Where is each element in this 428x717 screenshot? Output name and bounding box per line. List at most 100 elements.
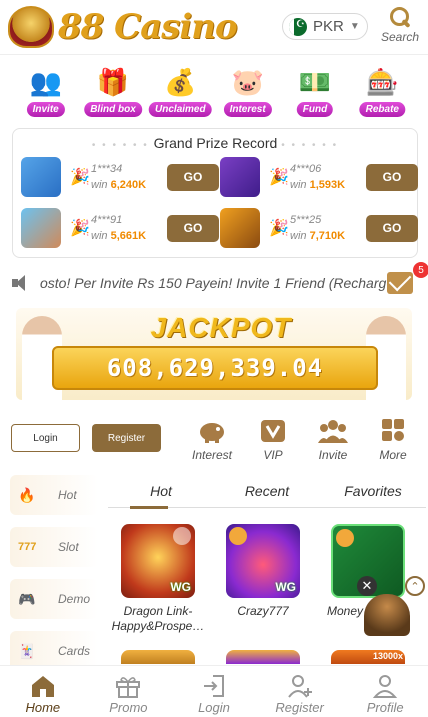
- shortcut-label: Invite: [318, 448, 348, 462]
- game-card[interactable]: [226, 650, 300, 664]
- chevron-down-icon: ▼: [349, 21, 360, 32]
- go-button[interactable]: GO: [167, 214, 219, 242]
- login-button[interactable]: Login: [11, 424, 80, 452]
- game-tabs: Hot Recent Favorites: [108, 478, 426, 509]
- scroll-top-icon[interactable]: ⌃: [405, 576, 425, 596]
- provider-badge: WG: [170, 580, 191, 594]
- close-icon[interactable]: ✕: [357, 576, 377, 596]
- quick-actions: 👥 Invite 🎁 Blind box 💰 Unclaimed 🐷 Inter…: [0, 62, 428, 120]
- jackpot-banner[interactable]: JACKPOT 608,629,339.04: [16, 308, 412, 400]
- shortcut-vip[interactable]: VIP: [248, 418, 298, 462]
- category-label: Slot: [58, 540, 79, 554]
- divider-dots: • • • • • •: [281, 140, 339, 151]
- win-prefix: win: [290, 179, 307, 191]
- coins-hand-icon: 💰: [164, 66, 197, 97]
- mail-icon[interactable]: [387, 272, 413, 294]
- pakistan-flag-icon: [289, 17, 307, 36]
- winner-name: 5***25: [290, 214, 322, 226]
- people-icon: [318, 418, 348, 444]
- nav-profile[interactable]: Profile: [342, 666, 428, 717]
- go-button[interactable]: GO: [366, 214, 418, 242]
- currency-label: PKR: [313, 18, 344, 35]
- win-line: win 1,593K: [290, 179, 366, 191]
- promo-character[interactable]: [364, 594, 410, 636]
- slot-777-icon: 777: [18, 541, 37, 553]
- party-popper-icon: 🎉: [70, 169, 90, 186]
- win-line: win 5,661K: [91, 230, 167, 242]
- prize-row: 🎉 1***34 win 6,240K GO: [21, 155, 219, 199]
- tab-hot[interactable]: Hot: [108, 478, 214, 509]
- cards-icon: 🃏: [18, 642, 36, 659]
- game-card[interactable]: [121, 650, 195, 664]
- nav-promo[interactable]: Promo: [86, 666, 172, 717]
- quick-unclaimed[interactable]: 💰 Unclaimed: [149, 62, 212, 120]
- quick-invite[interactable]: 👥 Invite: [18, 62, 74, 120]
- people-icon: 👥: [29, 66, 62, 97]
- tab-favorites[interactable]: Favorites: [320, 478, 426, 507]
- favorite-icon[interactable]: [173, 527, 191, 545]
- shortcut-label: More: [379, 448, 407, 462]
- winner-name: 4***91: [91, 214, 123, 226]
- vip-icon: [258, 418, 288, 444]
- category-slot[interactable]: 777 Slot: [10, 527, 98, 567]
- game-thumbnail: WG: [121, 524, 195, 598]
- win-prefix: win: [290, 230, 307, 242]
- prize-row: 🎉 4***91 win 5,661K GO: [21, 206, 219, 250]
- quick-label: Interest: [223, 102, 272, 117]
- quick-label: Fund: [296, 102, 334, 117]
- category-demo[interactable]: 🎮 Demo: [10, 579, 98, 619]
- currency-selector[interactable]: PKR ▼: [282, 13, 368, 40]
- category-sidebar: 🔥 Hot 777 Slot 🎮 Demo 🃏 Cards: [10, 475, 98, 683]
- money-bag-icon: 💵: [298, 66, 332, 97]
- crest-icon: [8, 6, 54, 48]
- category-hot[interactable]: 🔥 Hot: [10, 475, 98, 515]
- register-button[interactable]: Register: [92, 424, 161, 452]
- quick-interest[interactable]: 🐷 Interest: [220, 62, 276, 120]
- game-card[interactable]: WG Dragon Link-Happy&Prospe…: [112, 524, 204, 634]
- prize-info: 4***91 win 5,661K: [91, 214, 167, 242]
- go-button[interactable]: GO: [167, 163, 219, 191]
- quick-blind-box[interactable]: 🎁 Blind box: [84, 62, 142, 120]
- search-label: Search: [380, 30, 420, 44]
- tab-recent[interactable]: Recent: [214, 478, 320, 507]
- game-name: Crazy777: [237, 604, 289, 618]
- quick-rebate[interactable]: 🎰 Rebate: [354, 62, 410, 120]
- nav-login[interactable]: Login: [171, 666, 257, 717]
- prize-info: 4***06 win 1,593K: [290, 163, 366, 191]
- prize-info: 5***25 win 7,710K: [290, 214, 366, 242]
- shortcut-label: VIP: [263, 448, 283, 462]
- favorite-icon[interactable]: [336, 529, 354, 547]
- game-thumbnail: [21, 208, 61, 248]
- shortcut-label: Interest: [191, 448, 233, 462]
- casino-logo[interactable]: 88 Casino: [8, 6, 238, 48]
- shortcut-more[interactable]: More: [368, 418, 418, 462]
- winner-name: 4***06: [290, 163, 322, 175]
- win-prefix: win: [91, 230, 108, 242]
- quick-fund[interactable]: 💵 Fund: [287, 62, 343, 120]
- game-card[interactable]: WG Crazy777: [226, 524, 300, 619]
- marquee-text: osto! Per Invite Rs 150 Payein! Invite 1…: [40, 275, 387, 291]
- nav-register[interactable]: Register: [257, 666, 343, 717]
- win-amount: 7,710K: [309, 230, 346, 242]
- provider-badge: WG: [275, 580, 296, 594]
- quick-label: Blind box: [84, 102, 142, 117]
- shortcut-invite[interactable]: Invite: [308, 418, 358, 462]
- go-button[interactable]: GO: [366, 163, 418, 191]
- search-button[interactable]: Search: [378, 6, 422, 46]
- mail-badge: 5: [413, 262, 428, 278]
- category-label: Demo: [58, 592, 91, 606]
- home-icon: [30, 674, 56, 698]
- gamepad-icon: 🎮: [18, 590, 36, 607]
- top-header: 88 Casino PKR ▼ Search: [0, 0, 428, 55]
- shortcut-interest[interactable]: Interest: [187, 418, 237, 462]
- favorite-icon[interactable]: [229, 527, 247, 545]
- party-popper-icon: 🎉: [269, 220, 289, 237]
- nav-home[interactable]: Home: [0, 666, 86, 717]
- multiplier-badge: 13000x: [372, 651, 403, 661]
- divider-dots: • • • • • •: [91, 140, 154, 151]
- game-thumbnail: [220, 157, 260, 197]
- gift-box-icon: 🎁: [96, 66, 130, 97]
- chips-icon: 🎰: [366, 66, 399, 97]
- piggy-bank-icon: [197, 418, 227, 444]
- game-card[interactable]: 13000x: [331, 650, 405, 664]
